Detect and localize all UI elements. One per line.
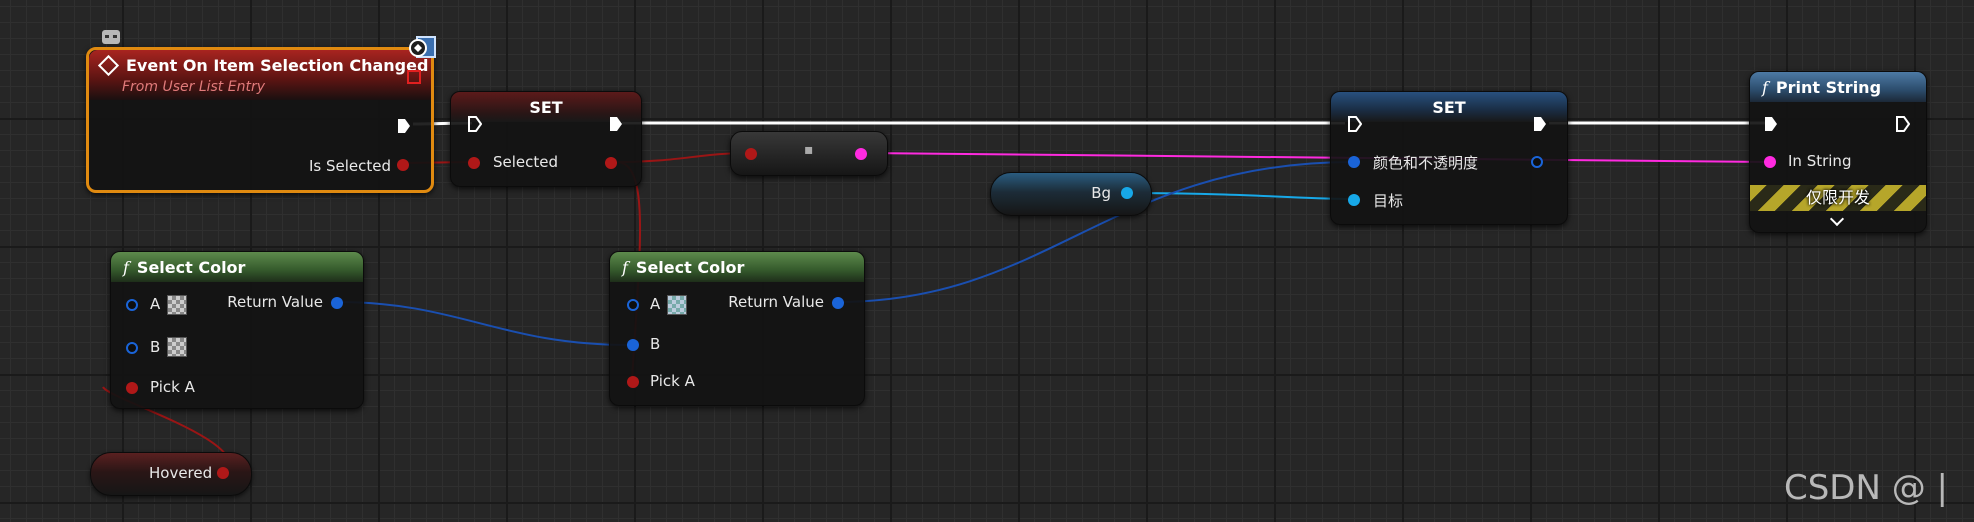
function-glyph-icon: f [123, 257, 129, 277]
watermark: CSDN @ | [1783, 468, 1948, 508]
set2-color-out-pin[interactable] [1531, 156, 1543, 168]
sc1-b-color-swatch[interactable] [167, 337, 187, 357]
sc2-return-pin[interactable] [832, 297, 844, 309]
set-color-header: SET [1331, 92, 1567, 122]
set1-exec-in-pin[interactable] [468, 116, 482, 132]
tostring-glyph: ▪ [804, 142, 814, 158]
event-node-header: Event On Item Selection Changed From Use… [89, 50, 431, 100]
interface-message-icon [405, 33, 439, 63]
sc2-b-pin[interactable] [627, 339, 639, 351]
event-stop-icon [407, 70, 421, 84]
sc2-a-color-swatch[interactable] [667, 295, 687, 315]
tostring-in-pin[interactable] [745, 148, 757, 160]
select-color-1-header: f Select Color [111, 252, 363, 282]
event-node-subtitle: From User List Entry [122, 79, 265, 95]
comment-bubble-icon[interactable] [102, 30, 120, 44]
set1-selected-label: Selected [493, 153, 559, 171]
print-exec-in-pin[interactable] [1764, 116, 1778, 132]
event-diamond-icon [97, 54, 120, 77]
select-color-2-header: f Select Color [610, 252, 864, 282]
set1-selected-in-pin[interactable] [468, 157, 480, 169]
print-string-title: Print String [1775, 77, 1882, 97]
sc1-b-pin[interactable] [126, 342, 138, 354]
function-glyph-icon: f [1762, 77, 1768, 97]
sc1-pick-a-label: Pick A [150, 378, 195, 396]
select-color-node-2[interactable]: f Select Color A Return Value B Pick A [609, 251, 865, 406]
sc2-pick-a-pin[interactable] [627, 376, 639, 388]
set2-exec-out-pin[interactable] [1533, 116, 1547, 132]
sc1-a-label: A [150, 295, 161, 313]
hovered-variable-node[interactable]: Hovered [90, 452, 252, 496]
bg-variable-node[interactable]: Bg [990, 172, 1152, 216]
set-selected-node[interactable]: SET Selected [450, 91, 642, 187]
event-node-title: Event On Item Selection Changed [126, 56, 429, 75]
sc2-pick-a-label: Pick A [650, 372, 695, 390]
sc1-return-label: Return Value [227, 293, 323, 311]
set2-color-label: 颜色和不透明度 [1373, 154, 1479, 172]
bool-to-string-node[interactable]: ▪ [730, 131, 888, 176]
set-color-title: SET [1432, 97, 1466, 117]
set2-target-in-pin[interactable] [1348, 194, 1360, 206]
select-color-2-title: Select Color [635, 257, 745, 277]
print-in-string-pin[interactable] [1764, 156, 1776, 168]
bg-variable-label: Bg [1091, 184, 1111, 202]
event-is-selected-label: Is Selected [308, 157, 391, 175]
hovered-variable-out-pin[interactable] [217, 467, 229, 479]
event-node[interactable]: Event On Item Selection Changed From Use… [86, 47, 434, 193]
set1-exec-out-pin[interactable] [609, 116, 623, 132]
set1-selected-out-pin[interactable] [605, 157, 617, 169]
print-string-header: f Print String [1750, 72, 1926, 102]
sc1-a-color-swatch[interactable] [167, 295, 187, 315]
print-exec-out-pin[interactable] [1896, 116, 1910, 132]
bg-variable-out-pin[interactable] [1121, 187, 1133, 199]
event-exec-out-pin[interactable] [397, 118, 411, 134]
development-only-banner: 仅限开发 [1750, 185, 1926, 211]
sc1-return-pin[interactable] [331, 297, 343, 309]
sc1-a-pin[interactable] [126, 299, 138, 311]
sc2-return-label: Return Value [728, 293, 824, 311]
set2-target-label: 目标 [1373, 192, 1404, 210]
select-color-1-title: Select Color [136, 257, 246, 277]
set2-color-in-pin[interactable] [1348, 156, 1360, 168]
color-wire-sc1-to-sc2-b[interactable] [336, 301, 631, 346]
sc2-b-label: B [650, 335, 661, 353]
print-string-node[interactable]: f Print String In String 仅限开发 [1749, 71, 1927, 233]
blueprint-graph-canvas[interactable]: Event On Item Selection Changed From Use… [0, 0, 1974, 522]
hovered-variable-label: Hovered [149, 464, 213, 482]
sc2-a-pin[interactable] [627, 299, 639, 311]
set2-exec-in-pin[interactable] [1348, 116, 1362, 132]
object-wire-bg-to-target[interactable] [1119, 192, 1354, 200]
set-selected-title: SET [529, 97, 563, 117]
print-in-string-label: In String [1788, 152, 1852, 170]
string-wire-tostring-to-print[interactable] [859, 152, 1771, 163]
chevron-down-icon[interactable] [1829, 211, 1845, 227]
function-glyph-icon: f [622, 257, 628, 277]
select-color-node-1[interactable]: f Select Color A Return Value B Pick A [110, 251, 364, 409]
sc1-pick-a-pin[interactable] [126, 382, 138, 394]
development-only-label: 仅限开发 [1805, 188, 1870, 207]
sc2-a-label: A [650, 295, 661, 313]
set-color-node[interactable]: SET 颜色和不透明度 目标 [1330, 91, 1568, 225]
tostring-out-pin[interactable] [855, 148, 867, 160]
sc1-b-label: B [150, 338, 161, 356]
event-is-selected-pin[interactable] [397, 159, 409, 171]
